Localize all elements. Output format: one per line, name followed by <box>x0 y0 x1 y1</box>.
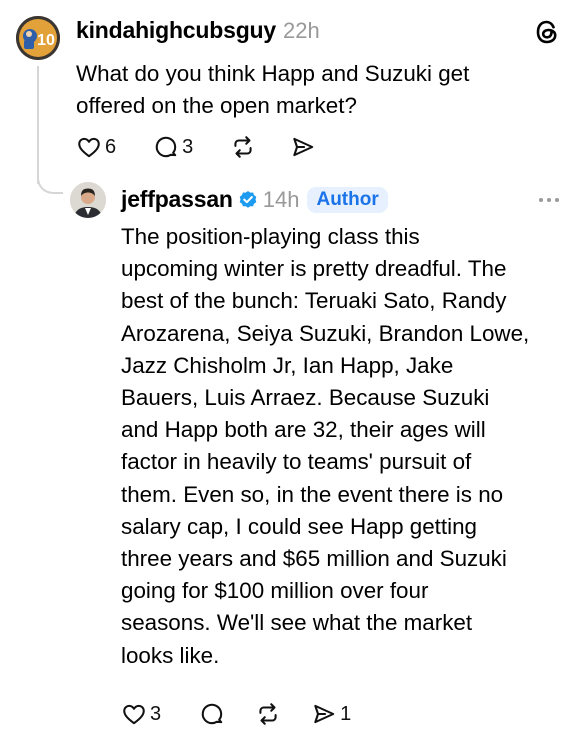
post-actions: 6 3 <box>76 134 316 160</box>
timestamp: 22h <box>282 18 320 43</box>
post-text-line: seasons. We'll see what the market <box>121 610 473 636</box>
post-text-line: factor in heavily to teams' pursuit of <box>121 449 472 475</box>
like-button[interactable]: 6 <box>76 134 116 160</box>
share-button[interactable]: 1 <box>311 701 351 727</box>
threads-logo-icon[interactable] <box>534 19 560 45</box>
post-text-line: upcoming winter is pretty dreadful. The <box>121 256 507 282</box>
like-count: 6 <box>105 135 117 158</box>
post-actions: 3 1 <box>121 701 351 727</box>
comment-icon <box>199 701 225 727</box>
thread-line <box>37 66 39 184</box>
like-button[interactable]: 3 <box>121 701 161 727</box>
comment-button[interactable] <box>199 701 225 727</box>
post-text-line: best of the bunch: Teruaki Sato, Randy <box>121 288 507 314</box>
share-button[interactable] <box>290 134 316 160</box>
send-icon <box>290 134 316 160</box>
like-count: 3 <box>150 702 162 725</box>
post-text-line: going for $100 million over four <box>121 578 429 604</box>
share-count: 1 <box>340 702 352 725</box>
username[interactable]: jeffpassan <box>121 186 233 213</box>
svg-text:10: 10 <box>37 32 55 49</box>
repost-button[interactable] <box>255 701 281 727</box>
post-text-line: Bauers, Luis Arraez. Because Suzuki <box>121 385 490 411</box>
repost-icon <box>230 134 256 160</box>
verified-badge-icon <box>238 190 258 210</box>
avatar[interactable] <box>70 182 106 218</box>
repost-icon <box>255 701 281 727</box>
post-text-line: and Happ both are 32, their ages will <box>121 417 486 443</box>
post-text-line: looks like. <box>121 642 220 668</box>
post-text-line: three years and $65 million and Suzuki <box>121 546 507 572</box>
comment-icon <box>153 134 179 160</box>
post-text-line: The position-playing class this <box>121 224 420 249</box>
post-header: jeffpassan 14h Author <box>121 186 388 213</box>
username[interactable]: kindahighcubsguy <box>76 17 276 44</box>
comment-button[interactable]: 3 <box>153 134 193 160</box>
repost-button[interactable] <box>230 134 256 160</box>
post-text-line: Jazz Chisholm Jr, Ian Happ, Jake <box>121 352 454 378</box>
post-text: The position-playing class this upcoming… <box>121 221 529 672</box>
post-text-line: salary cap, I could see Happ getting <box>121 513 477 539</box>
timestamp: 14h <box>262 186 300 212</box>
more-options-icon[interactable] <box>538 197 560 203</box>
post-header: kindahighcubsguy 22h <box>76 17 320 44</box>
send-icon <box>311 701 337 727</box>
post-text-line: them. Even so, in the event there is no <box>121 481 504 507</box>
heart-icon <box>121 701 147 727</box>
post-text: What do you think Happ and Suzuki get of… <box>76 58 469 122</box>
author-badge: Author <box>307 186 388 213</box>
post-text-line: What do you think Happ and Suzuki get <box>76 61 470 86</box>
post-text-line: offered on the open market? <box>76 93 357 119</box>
thread-connector <box>37 170 63 194</box>
comment-count: 3 <box>182 135 194 158</box>
avatar[interactable]: 10 <box>16 16 60 60</box>
post-text-line: Arozarena, Seiya Suzuki, Brandon Lowe, <box>121 320 530 346</box>
heart-icon <box>76 134 102 160</box>
